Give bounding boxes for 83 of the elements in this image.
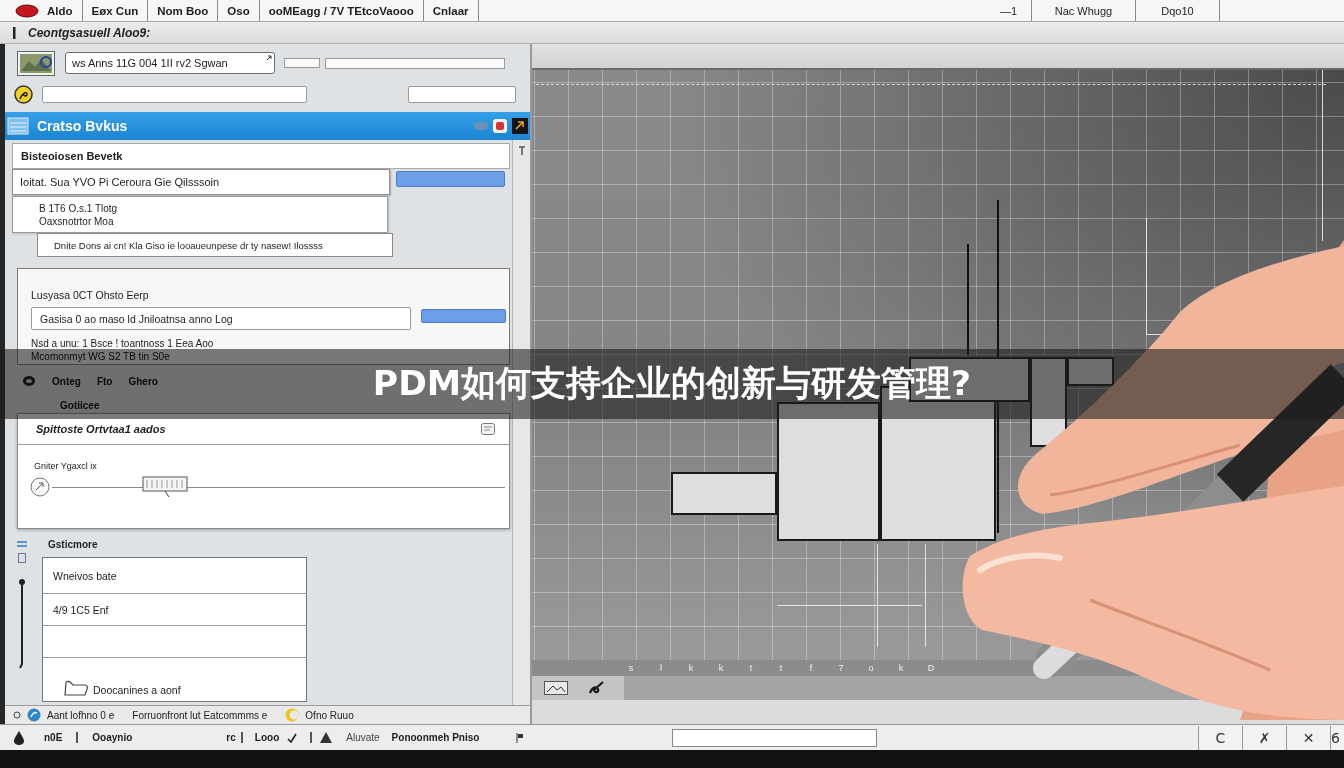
list-row-text[interactable]: 4/9 1C5 Enf	[53, 603, 109, 616]
taskbar-button[interactable]: 6	[1330, 725, 1344, 750]
pen-button[interactable]	[588, 680, 606, 696]
list-row-text[interactable]: Wneivos bate	[53, 569, 117, 582]
taskbar-text[interactable]: Aluvate	[346, 732, 380, 743]
arrow-circle-icon	[30, 477, 50, 497]
path-text: Ceontgsasuell Aloo9:	[28, 25, 151, 40]
oval-icon	[15, 3, 39, 18]
section-heading: Bisteoiosen Bevetk	[12, 143, 510, 169]
ruler-label: k	[687, 663, 695, 673]
status-text: Ofno Ruuo	[305, 709, 354, 721]
group-label: Gotiicee	[60, 399, 100, 413]
taskbar-text[interactable]: Ponoonmeh Pniso	[391, 732, 480, 743]
check-icon	[287, 732, 298, 743]
stop-icon	[493, 119, 507, 133]
slider-thumb[interactable]	[142, 476, 189, 498]
input-field[interactable]	[408, 85, 516, 103]
range-bracket-icon	[18, 578, 26, 670]
ruler-label: o	[867, 663, 875, 673]
window-icon	[7, 117, 29, 135]
picture-icon	[544, 681, 568, 695]
ruler-label: k	[717, 663, 725, 673]
input-field[interactable]	[42, 85, 307, 103]
taskbar-text[interactable]: Ooaynio	[92, 732, 133, 743]
taskbar-button[interactable]: C	[1198, 725, 1242, 750]
ruler-label: f	[808, 663, 814, 673]
triangle-icon	[320, 732, 333, 743]
small-circle-icon	[13, 711, 21, 719]
round-badge-icon	[14, 84, 33, 104]
bar-icon	[13, 26, 16, 39]
drop-icon	[14, 730, 24, 745]
field-label: Lusyasa 0CT Ohsto Eerp	[31, 288, 149, 302]
dropdown[interactable]: ws Anns 11G 004 1II rv2 Sgwan	[65, 52, 275, 74]
text-field[interactable]: Gasisa 0 ao maso ld Jniloatnsa anno Log	[31, 307, 411, 330]
arc-circle-icon	[27, 708, 41, 722]
banner-title: PDM如何支持企业的创新与研发管理?	[372, 362, 972, 405]
text-field[interactable]: Ioitat. Sua YVO Pi Ceroura Gie Qilsssoin	[12, 169, 390, 195]
detail-text: Dnite Dons ai cn! Kla Giso ie looaueunpese dr ty nasew! Ilossss	[54, 239, 323, 251]
list-icon	[17, 540, 27, 548]
menu-item[interactable]: Dqo10	[1136, 0, 1220, 21]
ring-icon	[22, 375, 36, 387]
panel-title: Cratso Bvkus	[37, 118, 128, 134]
tee-icon	[517, 146, 526, 156]
note-icon	[481, 423, 495, 435]
folder-icon	[63, 680, 89, 696]
note-text: B 1T6 O.s.1 Tlotg	[39, 202, 118, 215]
corner-arrow-icon	[266, 55, 272, 61]
list-label: Gsticmore	[47, 538, 98, 552]
taskbar-button[interactable]: ✕	[1286, 725, 1330, 750]
list-row-text[interactable]: Doocanines a aonf	[93, 684, 181, 696]
action-link[interactable]: Fto	[96, 375, 113, 387]
ruler-label: s	[627, 663, 635, 673]
ruler-label: k	[897, 663, 905, 673]
info-text: Nsd a unu: 1 Bsce ! toantnoss 1 Eea Aoo	[31, 337, 214, 350]
pen-icon	[588, 680, 606, 696]
taskbar-button[interactable]: ✗	[1242, 725, 1286, 750]
picture-button[interactable]	[544, 681, 568, 695]
info-text: Mcomonmyt WG S2 TB tin S0e	[31, 350, 170, 363]
page-icon	[18, 553, 26, 563]
note-text: Oaxsnotrtor Moa	[39, 215, 114, 228]
ruler-label: t	[778, 663, 784, 673]
status-text: Aant lofhno 0 e	[47, 709, 115, 721]
menu-item[interactable]: Nac Whugg	[1032, 0, 1136, 21]
input-field[interactable]	[284, 58, 320, 68]
slider-label: Gniter Ygaxcl ix	[34, 461, 97, 472]
ruler-label: t	[748, 663, 754, 673]
flag-icon	[516, 732, 525, 743]
taskbar-text[interactable]: n0E	[44, 732, 63, 743]
ruler-label: 7	[837, 663, 845, 673]
action-link[interactable]: Ghero	[128, 375, 158, 387]
taskbar-text[interactable]: rc	[226, 732, 236, 743]
input-field[interactable]	[325, 57, 505, 69]
picture-thumbnail-icon	[17, 50, 55, 76]
status-text: Forruonfront lut Eatcommms e	[132, 709, 268, 721]
action-button[interactable]	[396, 171, 505, 187]
group-row-text: Spittoste Ortvtaa1 aados	[36, 423, 166, 435]
input-field[interactable]	[672, 728, 878, 747]
taskbar-text[interactable]: Looo	[254, 732, 280, 743]
ruler-label: D	[927, 663, 935, 673]
menu-item[interactable]: —1	[956, 0, 1032, 21]
toggle-icon	[474, 122, 488, 130]
action-button[interactable]	[421, 309, 506, 323]
action-link[interactable]: Onteg	[52, 375, 81, 387]
